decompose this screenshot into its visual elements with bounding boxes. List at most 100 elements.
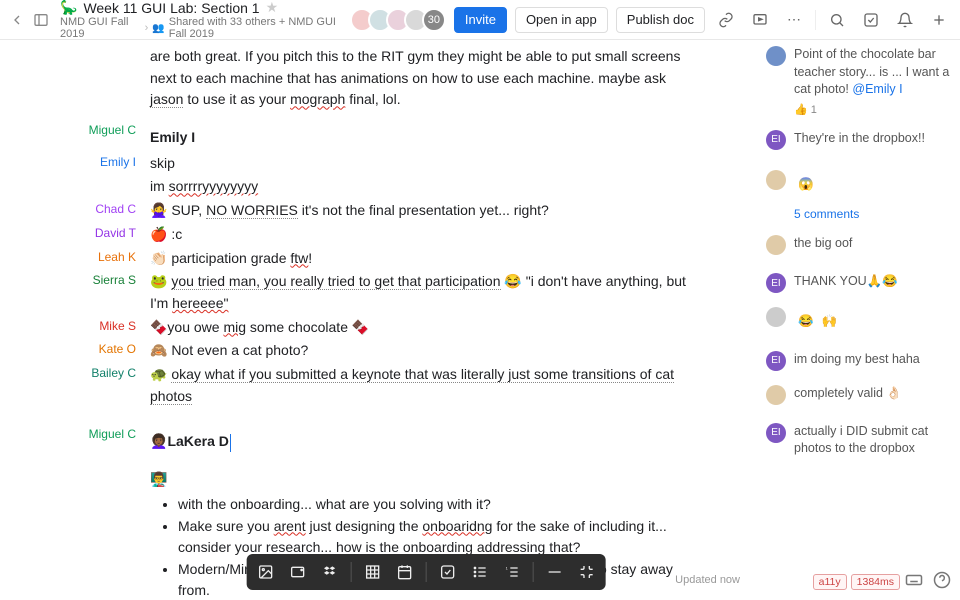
mention[interactable]: jason — [150, 91, 183, 108]
comments-sidebar: Point of the chocolate bar teacher story… — [760, 40, 960, 600]
reaction-emoji[interactable]: 😱 — [794, 176, 818, 194]
open-in-app-button[interactable]: Open in app — [515, 7, 608, 33]
text: 🐢 — [150, 366, 171, 382]
reaction-count[interactable]: 👍 1 — [794, 103, 952, 116]
text: final, lol. — [345, 91, 400, 107]
text-line: 🍎 :c — [150, 224, 690, 246]
comment-text: completely valid 👌🏻 — [794, 385, 902, 403]
text: 🐸 — [150, 273, 171, 289]
plus-icon[interactable] — [926, 7, 952, 33]
text: it's not the final presentation yet... r… — [298, 202, 549, 218]
avatar: EI — [766, 130, 786, 150]
comment[interactable]: EI They're in the dropbox!! — [766, 130, 952, 150]
breadcrumb: NMD GUI Fall 2019 › 👥 Shared with 33 oth… — [60, 16, 350, 40]
author-label: Bailey C — [30, 364, 150, 380]
text-cursor — [230, 434, 231, 452]
avatar: EI — [766, 351, 786, 371]
document-body[interactable]: are both great. If you pitch this to the… — [30, 40, 760, 600]
code-icon[interactable] — [576, 561, 598, 583]
present-icon[interactable] — [747, 7, 773, 33]
insert-toolbar[interactable]: 1 — [247, 554, 606, 590]
text: im — [150, 178, 169, 194]
comment[interactable]: EI actually i DID submit cat photos to t… — [766, 423, 952, 458]
more-icon[interactable]: ⋯ — [781, 7, 807, 33]
list-item: Make sure you arent just designing the o… — [178, 516, 690, 558]
comment[interactable]: EI im doing my best haha — [766, 351, 952, 371]
embed-icon[interactable] — [287, 561, 309, 583]
comment-text: They're in the dropbox!! — [794, 130, 925, 148]
comment[interactable]: the big oof — [766, 235, 952, 255]
text: NO WORRIES — [206, 202, 298, 219]
reaction-emoji[interactable]: 😂🙌 — [794, 313, 841, 331]
avatar — [766, 46, 786, 66]
text-line: skip — [150, 153, 690, 175]
author-label: Miguel C — [30, 121, 150, 137]
svg-text:1: 1 — [506, 565, 509, 570]
author-label: Emily I — [30, 153, 150, 169]
help-icon[interactable] — [932, 570, 952, 590]
comment[interactable]: 😂🙌 — [766, 307, 952, 337]
link-icon[interactable] — [713, 7, 739, 33]
doc-emoji: 🦕 — [60, 0, 77, 16]
text: are both great. If you pitch this to the… — [150, 48, 680, 86]
text: 🙅‍♀️ SUP, — [150, 202, 206, 218]
typo-word: hereeee" — [172, 295, 228, 311]
presence-avatars[interactable]: 30 — [356, 8, 446, 32]
author-label: Mike S — [30, 317, 150, 333]
text: to use it as your — [183, 91, 290, 107]
keyboard-icon[interactable] — [904, 570, 924, 590]
bullets-icon[interactable] — [469, 561, 491, 583]
tasks-icon[interactable] — [858, 7, 884, 33]
text: 🍫you owe — [150, 319, 223, 335]
invite-button[interactable]: Invite — [454, 7, 507, 33]
heading-text: LaKera D — [167, 433, 228, 449]
comment[interactable]: completely valid 👌🏻 — [766, 385, 952, 405]
checkbox-icon[interactable] — [437, 561, 459, 583]
section-heading-lakera[interactable]: 👩🏾‍🦱LaKera D — [150, 431, 690, 453]
breadcrumb-shared[interactable]: Shared with 33 others + NMD GUI Fall 201… — [169, 16, 350, 40]
bell-icon[interactable] — [892, 7, 918, 33]
typo-word: ftw — [290, 250, 308, 266]
back-icon[interactable] — [8, 11, 26, 29]
avatar: EI — [766, 423, 786, 443]
a11y-tag[interactable]: a11y — [813, 574, 847, 590]
comment-text: the big oof — [794, 235, 852, 253]
comment[interactable]: 😱 — [766, 170, 952, 200]
breadcrumb-folder[interactable]: NMD GUI Fall 2019 — [60, 16, 141, 40]
avatar — [766, 235, 786, 255]
status-tags: a11y 1384ms — [813, 574, 900, 590]
list-item: with the onboarding... what are you solv… — [178, 494, 690, 515]
star-icon[interactable]: ★ — [266, 0, 279, 16]
publish-button[interactable]: Publish doc — [616, 7, 705, 33]
avatar — [766, 307, 786, 327]
text: ! — [308, 250, 312, 266]
section-heading-emily[interactable]: Emily I — [150, 127, 690, 149]
avatar — [766, 385, 786, 405]
author-label: Miguel C — [30, 425, 150, 441]
comment-text: actually i DID submit cat photos to the … — [794, 423, 952, 458]
numbered-icon[interactable]: 1 — [501, 561, 523, 583]
panel-icon[interactable] — [32, 11, 50, 29]
calendar-icon[interactable] — [394, 561, 416, 583]
dropbox-icon[interactable] — [319, 561, 341, 583]
image-icon[interactable] — [255, 561, 277, 583]
comment[interactable]: EI THANK YOU🙏😂 — [766, 273, 952, 293]
table-icon[interactable] — [362, 561, 384, 583]
comment-text: THANK YOU🙏😂 — [794, 273, 898, 291]
text-line: 👨‍🏫 — [150, 469, 690, 491]
author-label: Sierra S — [30, 271, 150, 287]
avatar-count[interactable]: 30 — [422, 8, 446, 32]
app-header: 🦕 Week 11 GUI Lab: Section 1 ★ NMD GUI F… — [0, 0, 960, 40]
text-line: 🙈 Not even a cat photo? — [150, 340, 690, 362]
perf-tag[interactable]: 1384ms — [851, 574, 900, 590]
divider-icon[interactable] — [544, 561, 566, 583]
text: you tried man, you really tried to get t… — [171, 273, 500, 290]
author-label: Chad C — [30, 200, 150, 216]
comments-count-link[interactable]: 5 comments — [794, 207, 952, 221]
mention[interactable]: @Emily I — [852, 82, 902, 96]
comment[interactable]: Point of the chocolate bar teacher story… — [766, 46, 952, 99]
heading-emoji: 👩🏾‍🦱 — [150, 433, 167, 449]
author-label: Leah K — [30, 248, 150, 264]
doc-title[interactable]: Week 11 GUI Lab: Section 1 — [83, 0, 259, 16]
search-icon[interactable] — [824, 7, 850, 33]
